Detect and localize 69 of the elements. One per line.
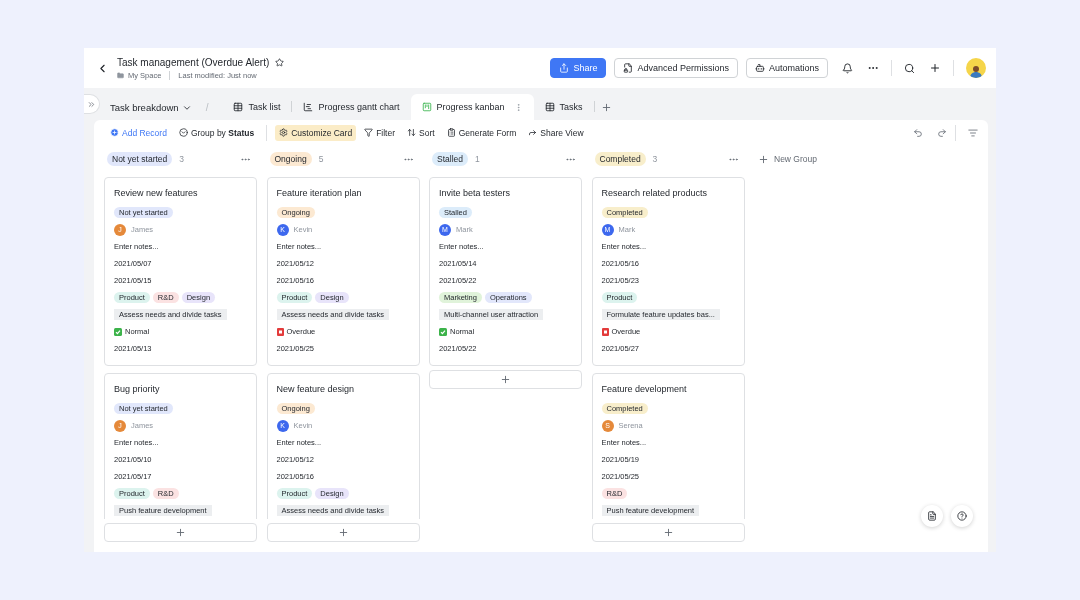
header-button[interactable]: Automations — [745, 58, 828, 78]
alert-icon — [276, 327, 284, 336]
card-title: Invite beta testers — [439, 187, 512, 200]
search-icon[interactable] — [904, 62, 915, 74]
group-count: 3 — [652, 154, 659, 164]
group-label: Not yet started — [107, 152, 173, 166]
toolbar-button[interactable]: Customize Card — [275, 124, 357, 141]
redo-icon[interactable] — [937, 127, 947, 138]
document-title: Task management (Overdue Alert) — [117, 56, 270, 68]
check-icon — [114, 327, 122, 336]
card-title: Feature development — [601, 383, 688, 396]
plus-icon — [758, 153, 769, 165]
share-icon — [559, 63, 570, 73]
add-icon — [110, 128, 119, 137]
gantt-icon — [303, 102, 314, 112]
new-group-button[interactable]: New Group — [754, 148, 817, 170]
view-tab[interactable]: Tasks — [533, 94, 594, 120]
toolbar-button[interactable]: Add Record — [106, 124, 171, 141]
add-tab-icon[interactable] — [600, 102, 612, 113]
card-title: Feature iteration plan — [276, 187, 363, 200]
filter-icon — [364, 128, 374, 137]
card-title: New feature design — [276, 383, 356, 396]
share-button[interactable]: Share — [550, 58, 607, 78]
group-label: Completed — [594, 152, 646, 166]
plus-icon — [175, 527, 186, 538]
search-filter-icon[interactable] — [968, 127, 978, 138]
plus-icon — [662, 527, 674, 538]
group-count: 5 — [318, 154, 325, 164]
toolbar-button[interactable]: Group by Status — [174, 124, 259, 141]
settings-icon — [279, 128, 289, 137]
group-label: Ongoing — [269, 152, 312, 166]
group-count: 1 — [475, 154, 481, 164]
undo-icon[interactable] — [913, 127, 923, 138]
card-title: Review new features — [114, 187, 199, 200]
robot-icon — [754, 63, 765, 73]
check-icon — [439, 327, 447, 336]
table-icon — [544, 102, 555, 112]
kanban-icon — [421, 102, 432, 112]
view-tab[interactable]: Progress gantt chart — [292, 94, 411, 120]
bell-icon[interactable] — [842, 62, 853, 74]
form-icon — [446, 128, 456, 137]
document-icon — [927, 511, 937, 521]
plus-icon — [500, 374, 511, 385]
breadcrumb-separator: / — [205, 102, 209, 113]
toolbar-button[interactable]: Share View — [524, 124, 588, 141]
plus-icon — [337, 527, 349, 538]
help-icon — [957, 511, 967, 521]
card-title: Bug priority — [114, 383, 161, 396]
folder-icon — [117, 71, 124, 79]
plus-icon[interactable] — [929, 62, 941, 74]
alert-icon — [601, 327, 609, 336]
sort-icon — [407, 128, 417, 137]
star-icon[interactable] — [275, 57, 285, 67]
toolbar-button[interactable]: Generate Form — [442, 124, 521, 141]
card-title: Research related products — [601, 187, 709, 200]
toolbar-button[interactable]: Filter — [360, 124, 400, 141]
share-arrow-icon — [528, 128, 538, 137]
chevron-circle-icon — [178, 128, 188, 137]
group-count: 3 — [179, 154, 185, 164]
double-chevron-icon — [87, 99, 96, 109]
user-avatar[interactable] — [966, 58, 986, 78]
header-button[interactable]: Advanced Permissions — [614, 58, 738, 78]
file-lock-icon — [623, 63, 634, 73]
view-tab[interactable]: Progress kanban — [410, 94, 534, 120]
table-selector[interactable]: Task breakdown — [110, 102, 192, 113]
toolbar-button[interactable]: Sort — [403, 124, 439, 141]
group-label: Stalled — [432, 152, 468, 166]
view-tab[interactable]: Task list — [222, 94, 292, 120]
table-icon — [233, 102, 244, 112]
